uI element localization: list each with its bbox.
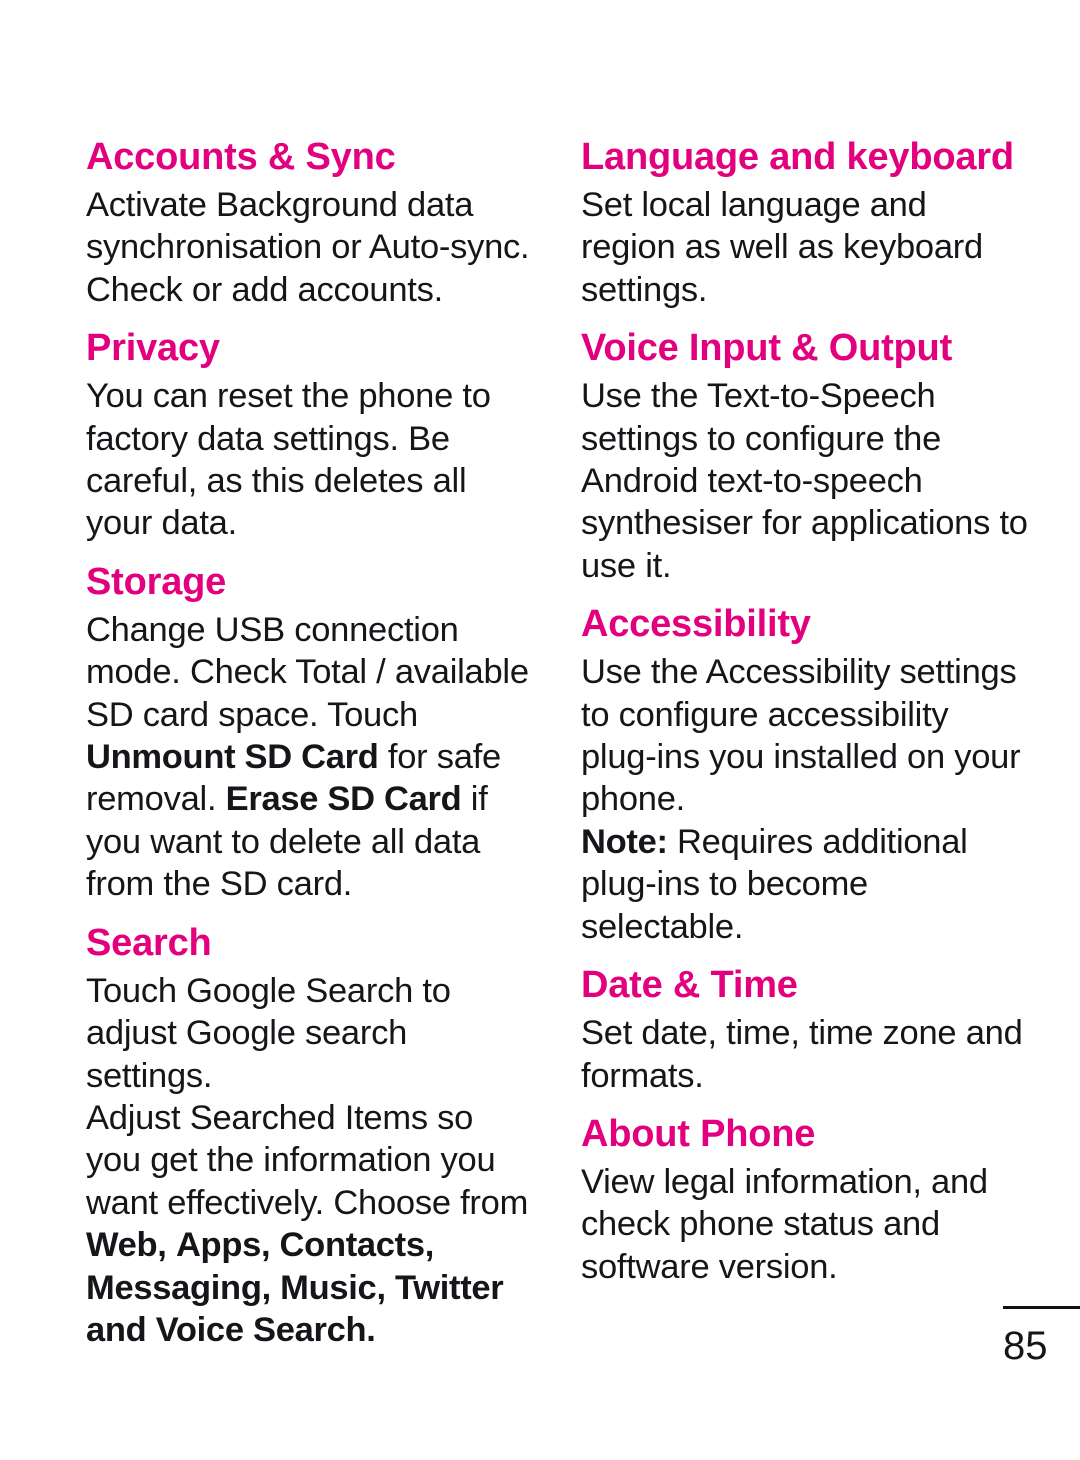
section-date-and-time: Date & Time Set date, time, time zone and… [581, 962, 1030, 1097]
section-paragraph: You can reset the phone to factory data … [86, 377, 491, 543]
section-paragraph: Use the Text-to-Speech settings to confi… [581, 377, 1028, 585]
section-paragraph: Activate Background data synchronisation… [86, 186, 530, 309]
section-heading: About Phone [581, 1112, 816, 1155]
section-paragraph: Note: Requires additional plug-ins to be… [581, 821, 1030, 948]
section-heading: Language and keyboard [581, 136, 1014, 178]
plain-text: Adjust Searched Items so you get the inf… [86, 1098, 529, 1222]
section-accounts-and-sync: Accounts & Sync Activate Background data … [86, 134, 535, 311]
section-paragraph: Use the Accessibility settings to config… [581, 653, 1021, 819]
section-heading: Search [86, 921, 212, 964]
section-search: Search Touch Google Search to adjust Goog… [86, 920, 535, 1352]
section-paragraph: Set date, time, time zone and formats. [581, 1014, 1023, 1095]
section-accessibility: Accessibility Use the Accessibility setti… [581, 601, 1030, 948]
section-paragraph: Set local language and region as well as… [581, 186, 983, 309]
emphasis-text: Note: [581, 822, 668, 861]
section-paragraph: Touch Google Search to adjust Google sea… [86, 971, 451, 1095]
plain-text [167, 1226, 176, 1264]
plain-text: Change USB connection mode. Check Total … [86, 610, 529, 734]
section-paragraph: Adjust Searched Items so you get the inf… [86, 1097, 535, 1351]
document-page: Accounts & Sync Activate Background data … [0, 0, 1080, 1460]
section-about-phone: About Phone View legal information, and c… [581, 1111, 1030, 1288]
right-column: Language and keyboard Set local language … [581, 134, 1030, 1302]
emphasis-text: Erase SD Card [225, 780, 462, 819]
emphasis-text: Web, [86, 1226, 167, 1265]
section-language-and-keyboard: Language and keyboard Set local language … [581, 134, 1030, 311]
footer-rule [1003, 1306, 1080, 1309]
section-paragraph: Change USB connection mode. Check Total … [86, 609, 535, 906]
section-heading: Storage [86, 560, 227, 603]
section-heading: Privacy [86, 327, 220, 370]
section-heading: Accessibility [581, 603, 811, 646]
two-column-body: Accounts & Sync Activate Background data … [86, 134, 1030, 1365]
left-column: Accounts & Sync Activate Background data … [86, 134, 535, 1365]
section-heading: Accounts & Sync [86, 136, 396, 178]
section-heading: Date & Time [581, 964, 798, 1007]
section-privacy: Privacy You can reset the phone to factor… [86, 325, 535, 545]
emphasis-text: Unmount SD Card [86, 738, 379, 777]
section-heading: Voice Input & Output [581, 327, 953, 370]
page-number: 85 [1003, 1324, 1048, 1368]
section-voice-input-and-output: Voice Input & Output Use the Text-to-Spee… [581, 325, 1030, 587]
section-storage: Storage Change USB connection mode. Check… [86, 559, 535, 906]
section-paragraph: View legal information, and check phone … [581, 1162, 988, 1286]
